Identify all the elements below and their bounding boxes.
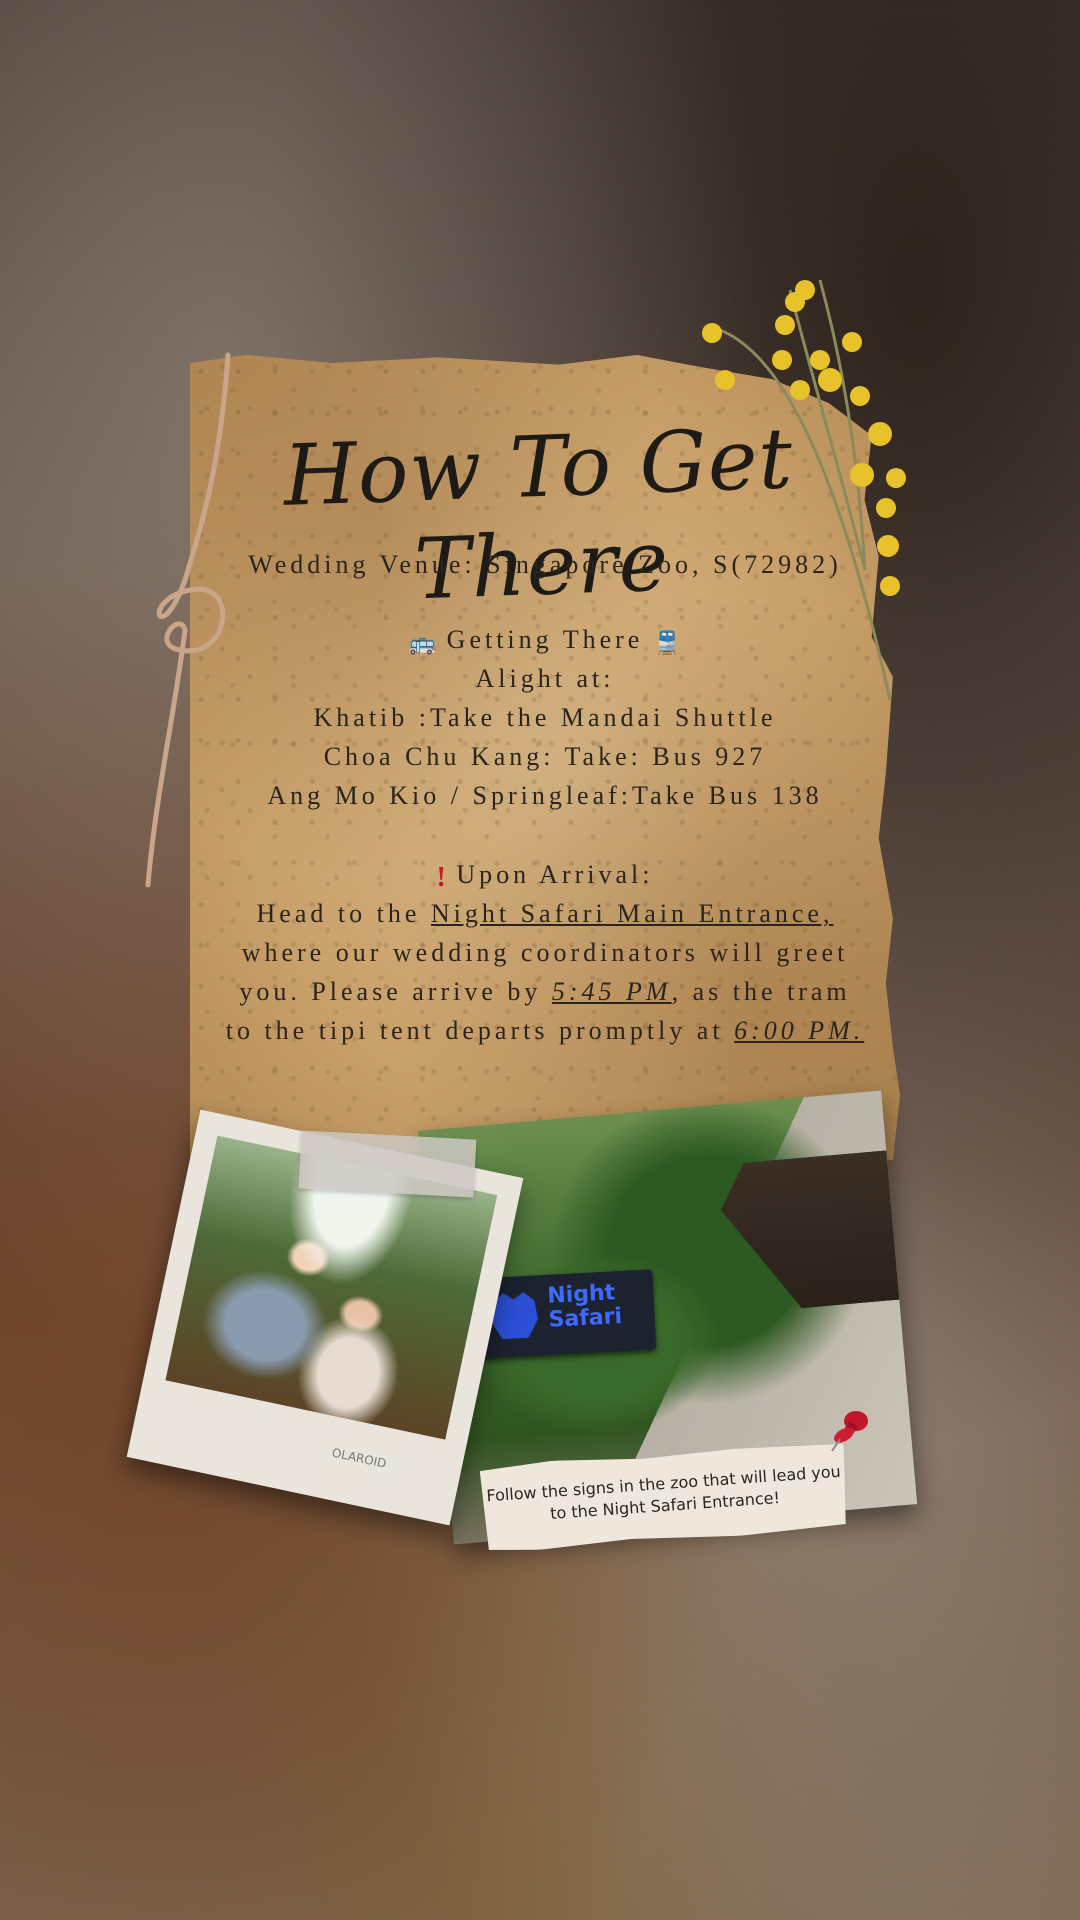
arrive-prefix: you. Please arrive by — [239, 977, 552, 1006]
entrance-link: Night Safari Main Entrance, — [430, 899, 834, 928]
getting-there-heading: Getting There — [446, 625, 644, 654]
arrival-heading: Upon Arrival: — [456, 860, 654, 889]
venue-line: Wedding Venue: Singapore Zoo, S(72982) — [248, 550, 842, 579]
entrance-roof — [717, 1149, 909, 1314]
route-item: Choa Chu Kang: Take: Bus 927 — [323, 742, 767, 771]
push-pin-icon — [831, 1411, 868, 1452]
page-title: How To Get There — [281, 409, 795, 619]
arrival-section: ! Upon Arrival: Head to the Night Safari… — [220, 855, 870, 1050]
route-item: Khatib :Take the Mandai Shuttle — [313, 703, 777, 732]
getting-there-section: 🚌 Getting There 🚆 Alight at: Khatib :Tak… — [220, 620, 870, 815]
depart-prefix: to the tipi tent departs promptly at — [225, 1016, 735, 1045]
arrival-line-1: Head to the Night Safari Main Entrance, — [220, 894, 870, 933]
train-icon: 🚆 — [653, 629, 682, 655]
arrival-prefix: Head to the — [256, 899, 431, 928]
polaroid-caption: OLAROID — [330, 1445, 388, 1471]
arrival-line-4: to the tipi tent departs promptly at 6:0… — [220, 1011, 870, 1050]
tape-strip — [298, 1130, 477, 1198]
route-item: Ang Mo Kio / Springleaf:Take Bus 138 — [267, 781, 823, 810]
arrival-line-3: you. Please arrive by 5:45 PM, as the tr… — [220, 972, 870, 1011]
exclamation-icon: ! — [436, 861, 446, 893]
depart-time: 6:00 PM. — [734, 1016, 865, 1045]
venue-text: Wedding Venue: Singapore Zoo, S(72982) — [220, 545, 870, 584]
arrive-time: 5:45 PM — [551, 977, 672, 1006]
arrival-heading-line: ! Upon Arrival: — [220, 855, 870, 894]
alight-label: Alight at: — [475, 664, 615, 693]
getting-there-heading-line: 🚌 Getting There 🚆 — [220, 620, 870, 659]
sign-text: Night Safari — [546, 1280, 623, 1333]
arrival-line-2: where our wedding coordinators will gree… — [241, 938, 849, 967]
bus-icon: 🚌 — [408, 629, 437, 655]
arrive-suffix: , as the tram — [671, 977, 851, 1006]
